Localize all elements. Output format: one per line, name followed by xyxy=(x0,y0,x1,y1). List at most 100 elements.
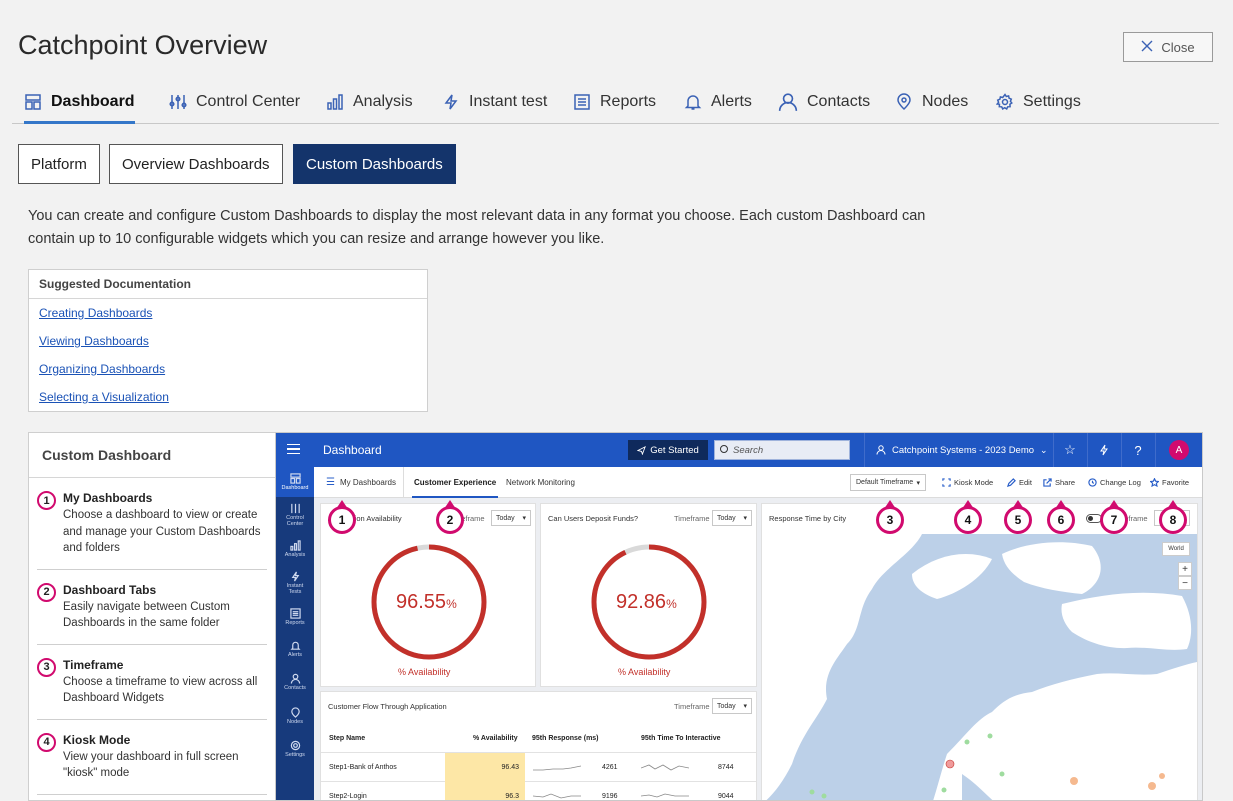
segment-overview-dashboards[interactable]: Overview Dashboards xyxy=(109,144,283,184)
topbar-divider xyxy=(1155,433,1156,467)
tab-dashboard[interactable]: Dashboard xyxy=(24,80,135,124)
tab-label: Alerts xyxy=(711,92,752,110)
avatar[interactable]: A xyxy=(1169,440,1189,460)
widget-title: Response Time by City xyxy=(769,514,847,523)
annotation-marker-5: 5 xyxy=(1004,500,1032,534)
tab-alerts[interactable]: Alerts xyxy=(684,80,752,123)
world-button[interactable]: World xyxy=(1162,542,1190,556)
legend-title: Timeframe xyxy=(63,657,124,672)
gauge-unit: % xyxy=(666,597,677,611)
edit-button[interactable]: Edit xyxy=(1007,467,1032,498)
annotation-marker-8: 8 xyxy=(1159,500,1187,534)
sidenav-item-analysis[interactable]: Analysis xyxy=(276,540,314,558)
search-icon xyxy=(720,445,728,453)
sidenav-label: Analysis xyxy=(284,552,306,558)
get-started-button[interactable]: Get Started xyxy=(628,440,708,460)
zoom-out-button[interactable]: − xyxy=(1178,576,1192,590)
default-timeframe-select[interactable]: Default Timeframe xyxy=(850,474,926,491)
sidenav-label: Control Center xyxy=(286,515,304,527)
timeframe-select[interactable]: Today xyxy=(712,698,752,714)
table-row[interactable]: Step2-Login 96.3 9196 9044 xyxy=(321,782,756,800)
col-step-name: Step Name xyxy=(329,735,366,742)
tab-label: Dashboard xyxy=(51,92,135,110)
sidenav-item-nodes[interactable]: Nodes xyxy=(276,707,314,725)
legend-title: Kiosk Mode xyxy=(63,732,131,747)
annotation-marker-4: 4 xyxy=(954,500,982,534)
tab-settings[interactable]: Settings xyxy=(996,80,1081,123)
bar-chart-icon xyxy=(327,93,343,110)
tti-value: 8744 xyxy=(718,764,734,771)
location-pin-icon xyxy=(897,92,911,110)
legend-item: 2 Dashboard Tabs Easily navigate between… xyxy=(37,570,267,645)
person-icon xyxy=(778,92,798,111)
sidenav-item-instant-tests[interactable]: Instant Tests xyxy=(276,571,314,595)
bar-chart-icon xyxy=(289,540,301,551)
table-row[interactable]: Step1-Bank of Anthos 96.43 4261 8744 xyxy=(321,753,756,782)
share-button[interactable]: Share xyxy=(1043,467,1075,498)
lightning-icon[interactable] xyxy=(1087,433,1121,467)
sidenav-item-dashboard[interactable]: Dashboard xyxy=(276,467,314,497)
tab-contacts[interactable]: Contacts xyxy=(778,80,870,123)
doc-link-viewing[interactable]: Viewing Dashboards xyxy=(39,327,427,355)
tab-control-center[interactable]: Control Center xyxy=(169,80,300,123)
sidenav-item-alerts[interactable]: Alerts xyxy=(276,640,314,658)
dashboard-icon xyxy=(289,473,301,484)
tab-instant-test[interactable]: Instant test xyxy=(442,80,547,123)
change-log-button[interactable]: Change Log xyxy=(1088,467,1141,498)
main-nav: Dashboard Control Center Analysis Instan… xyxy=(12,80,1219,124)
tab-network-monitoring[interactable]: Network Monitoring xyxy=(506,467,575,498)
star-icon[interactable]: ☆ xyxy=(1053,433,1087,467)
search-input[interactable]: Search xyxy=(714,440,850,460)
tab-reports[interactable]: Reports xyxy=(573,80,656,123)
col-95th-tti: 95th Time To Interactive xyxy=(641,735,721,742)
subbar-divider xyxy=(403,467,404,498)
report-icon xyxy=(574,93,590,110)
sidenav-item-control-center[interactable]: Control Center xyxy=(276,503,314,527)
favorite-button[interactable]: Favorite xyxy=(1150,467,1189,498)
doc-link-organizing[interactable]: Organizing Dashboards xyxy=(39,355,427,383)
lightning-icon xyxy=(291,571,299,582)
segment-platform[interactable]: Platform xyxy=(18,144,100,184)
sidenav-label: Contacts xyxy=(284,685,306,691)
timeframe-select[interactable]: Today xyxy=(712,510,752,526)
marker-number: 4 xyxy=(954,506,982,534)
customer-flow-widget: Customer Flow Through Application Timefr… xyxy=(320,691,757,800)
sidenav-item-reports[interactable]: Reports xyxy=(276,608,314,626)
suggested-docs-panel: Suggested Documentation Creating Dashboa… xyxy=(28,269,428,412)
close-label: Close xyxy=(1161,39,1195,55)
hamburger-icon[interactable] xyxy=(287,444,300,454)
deposit-funds-widget: Can Users Deposit Funds? Timeframe Today… xyxy=(540,503,757,687)
dashboard-screenshot: Dashboard Get Started Search Catchpoint … xyxy=(275,432,1203,801)
tab-nodes[interactable]: Nodes xyxy=(895,80,968,123)
gauge-number: 96.55 xyxy=(396,591,447,613)
sidenav-label: Settings xyxy=(285,752,305,758)
step-name: Step1-Bank of Anthos xyxy=(329,764,397,771)
kiosk-mode-button[interactable]: Kiosk Mode xyxy=(942,467,993,498)
org-selector[interactable]: Catchpoint Systems - 2023 Demo ⌄ xyxy=(864,433,1048,467)
marker-number: 8 xyxy=(1159,506,1187,534)
step-name: Step2-Login xyxy=(329,793,367,800)
timeframe-select[interactable]: Today xyxy=(491,510,531,526)
zoom-in-button[interactable]: + xyxy=(1178,562,1192,576)
gauge-value: 96.55% xyxy=(396,591,457,614)
legend-desc: Choose a dashboard to view or create and… xyxy=(63,509,261,554)
world-map[interactable]: World + − xyxy=(762,534,1197,800)
availability-value: 96.3 xyxy=(445,782,525,800)
person-icon xyxy=(290,673,300,684)
sparkline xyxy=(641,764,689,771)
help-icon[interactable]: ? xyxy=(1121,433,1155,467)
my-dashboards-button[interactable]: ☰ My Dashboards xyxy=(326,467,396,498)
marker-number: 5 xyxy=(1004,506,1032,534)
marker-number: 2 xyxy=(436,506,464,534)
sidenav-item-contacts[interactable]: Contacts xyxy=(276,673,314,691)
doc-link-creating[interactable]: Creating Dashboards xyxy=(39,299,427,327)
tab-analysis[interactable]: Analysis xyxy=(326,80,413,123)
segment-custom-dashboards[interactable]: Custom Dashboards xyxy=(293,144,456,184)
sidenav-item-settings[interactable]: Settings xyxy=(276,740,314,758)
change-log-label: Change Log xyxy=(1100,478,1141,487)
tab-customer-experience[interactable]: Customer Experience xyxy=(411,467,499,498)
doc-link-visualization[interactable]: Selecting a Visualization xyxy=(39,383,427,411)
annotation-marker-2: 2 xyxy=(436,500,464,534)
person-icon xyxy=(876,445,886,455)
close-button[interactable]: Close xyxy=(1123,32,1213,62)
